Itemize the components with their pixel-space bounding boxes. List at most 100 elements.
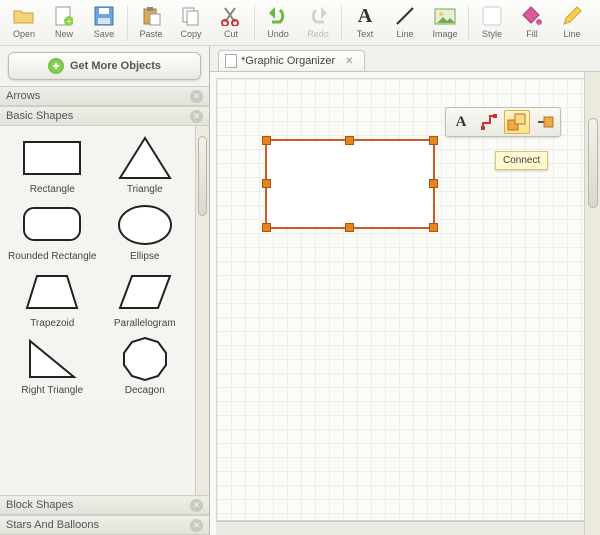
shape-label: Triangle	[127, 184, 163, 195]
save-icon	[92, 4, 116, 28]
section-stars-balloons[interactable]: Stars And Balloons ✕	[0, 515, 209, 535]
get-more-label: Get More Objects	[70, 60, 161, 72]
undo-button[interactable]: Undo	[258, 2, 298, 39]
resize-handle-e[interactable]	[429, 179, 438, 188]
collapse-icon[interactable]: ✕	[190, 519, 203, 532]
scrollbar-thumb[interactable]	[198, 136, 207, 216]
context-connect-button[interactable]	[504, 110, 530, 134]
context-connector-button[interactable]	[476, 110, 502, 134]
image-button[interactable]: Image	[425, 2, 465, 39]
line-style-button[interactable]: Line	[552, 2, 592, 39]
cut-icon	[219, 4, 243, 28]
redo-icon	[306, 4, 330, 28]
image-icon	[433, 4, 457, 28]
shape-ellipse[interactable]: Ellipse	[99, 201, 192, 262]
save-button[interactable]: Save	[84, 2, 124, 39]
toolbar-separator	[468, 5, 469, 41]
sidebar-scrollbar[interactable]	[195, 126, 209, 495]
connector-icon	[480, 113, 498, 131]
shape-decagon[interactable]: Decagon	[99, 335, 192, 396]
redo-button[interactable]: Redo	[298, 2, 338, 39]
toolbar-label: Image	[432, 29, 457, 39]
resize-handle-nw[interactable]	[262, 136, 271, 145]
toolbar-label: Text	[357, 29, 374, 39]
resize-handle-sw[interactable]	[262, 223, 271, 232]
toolbar-label: Line	[563, 29, 580, 39]
text-button[interactable]: A Text	[345, 2, 385, 39]
shape-right-triangle[interactable]: Right Triangle	[6, 335, 99, 396]
shape-rectangle[interactable]: Rectangle	[6, 134, 99, 195]
selected-rectangle[interactable]	[265, 139, 435, 229]
toolbar-label: Style	[482, 29, 502, 39]
text-icon: A	[353, 4, 377, 28]
shape-parallelogram[interactable]: Parallelogram	[99, 268, 192, 329]
scrollbar-thumb[interactable]	[588, 118, 598, 208]
toolbar-label: Undo	[267, 29, 289, 39]
shape-palette: Rectangle Triangle Rounded Rectangle Ell…	[0, 126, 209, 495]
svg-text:+: +	[67, 17, 72, 26]
toolbar-label: Cut	[224, 29, 238, 39]
shape-triangle[interactable]: Triangle	[99, 134, 192, 195]
sidebar: + Get More Objects Arrows ✕ Basic Shapes…	[0, 46, 210, 535]
style-button[interactable]: Style	[472, 2, 512, 39]
undo-icon	[266, 4, 290, 28]
shape-label: Ellipse	[130, 251, 159, 262]
context-add-text-button[interactable]: A	[448, 110, 474, 134]
collapse-icon[interactable]: ✕	[190, 90, 203, 103]
horizontal-scrollbar[interactable]	[216, 521, 596, 535]
context-shape-fill-button[interactable]	[532, 110, 558, 134]
document-icon	[225, 54, 237, 68]
toolbar-label: Paste	[139, 29, 162, 39]
section-title: Block Shapes	[6, 499, 73, 511]
paste-icon	[139, 4, 163, 28]
section-arrows[interactable]: Arrows ✕	[0, 86, 209, 106]
section-block-shapes[interactable]: Block Shapes ✕	[0, 495, 209, 515]
resize-handle-ne[interactable]	[429, 136, 438, 145]
plus-icon: +	[48, 58, 64, 74]
tooltip: Connect	[495, 151, 548, 170]
style-icon	[480, 4, 504, 28]
toolbar-separator	[341, 5, 342, 41]
shape-label: Right Triangle	[21, 385, 83, 396]
shape-trapezoid[interactable]: Trapezoid	[6, 268, 99, 329]
line-icon	[393, 4, 417, 28]
tab-graphic-organizer[interactable]: *Graphic Organizer ✕	[218, 50, 365, 71]
collapse-icon[interactable]: ✕	[190, 499, 203, 512]
toolbar-label: Line	[396, 29, 413, 39]
toolbar-label: Open	[13, 29, 35, 39]
shape-rounded-rectangle[interactable]: Rounded Rectangle	[6, 201, 99, 262]
vertical-scrollbar[interactable]	[584, 72, 600, 535]
close-tab-icon[interactable]: ✕	[345, 56, 353, 67]
section-basic-shapes[interactable]: Basic Shapes ✕	[0, 106, 209, 126]
context-toolbar: A	[445, 107, 561, 137]
new-button[interactable]: + New	[44, 2, 84, 39]
tab-bar: *Graphic Organizer ✕	[210, 46, 600, 72]
shape-label: Decagon	[125, 385, 165, 396]
copy-button[interactable]: Copy	[171, 2, 211, 39]
section-title: Arrows	[6, 90, 40, 102]
collapse-icon[interactable]: ✕	[190, 110, 203, 123]
toolbar-label: Redo	[307, 29, 329, 39]
resize-handle-w[interactable]	[262, 179, 271, 188]
tooltip-text: Connect	[503, 155, 540, 166]
open-button[interactable]: Open	[4, 2, 44, 39]
section-title: Basic Shapes	[6, 110, 73, 122]
resize-handle-s[interactable]	[345, 223, 354, 232]
resize-handle-n[interactable]	[345, 136, 354, 145]
main-area: + Get More Objects Arrows ✕ Basic Shapes…	[0, 46, 600, 535]
toolbar-label: New	[55, 29, 73, 39]
main-toolbar: Open + New Save Paste Copy Cut Un	[0, 0, 600, 46]
cut-button[interactable]: Cut	[211, 2, 251, 39]
shape-label: Trapezoid	[30, 318, 74, 329]
resize-handle-se[interactable]	[429, 223, 438, 232]
get-more-objects-button[interactable]: + Get More Objects	[8, 52, 201, 80]
canvas-area: *Graphic Organizer ✕ A	[210, 46, 600, 535]
line-button[interactable]: Line	[385, 2, 425, 39]
pencil-icon	[560, 4, 584, 28]
paste-button[interactable]: Paste	[131, 2, 171, 39]
canvas[interactable]: A Connect	[216, 78, 596, 521]
toolbar-label: Save	[94, 29, 115, 39]
fill-button[interactable]: Fill	[512, 2, 552, 39]
toolbar-label: Fill	[526, 29, 538, 39]
text-a-icon: A	[456, 114, 467, 131]
